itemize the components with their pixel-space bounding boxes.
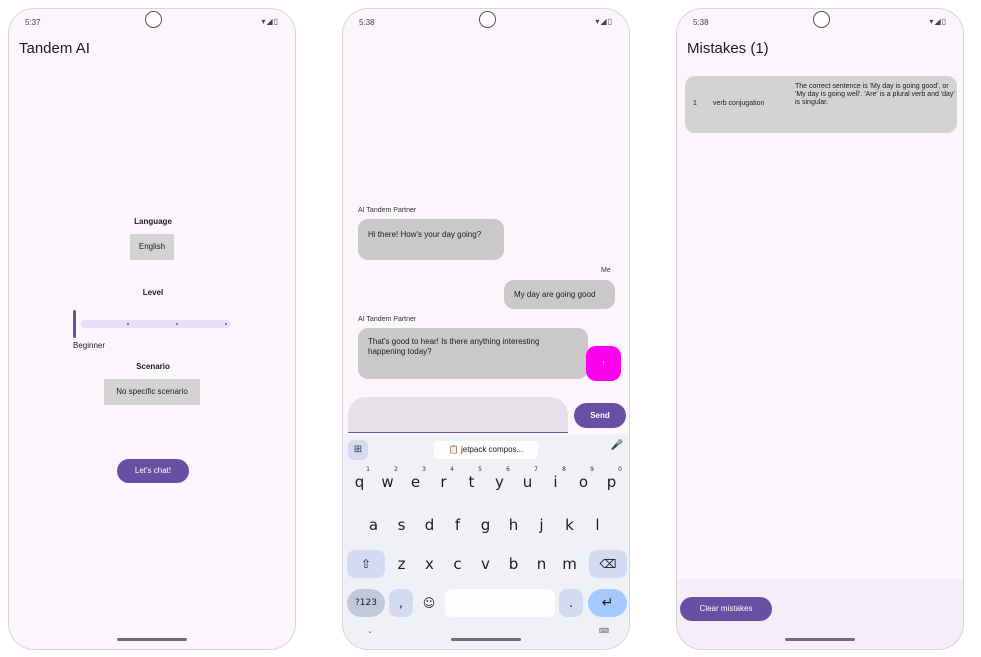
key-r[interactable]: r4 (431, 466, 456, 496)
slider-step-dot (176, 323, 178, 325)
camera-cutout (813, 11, 830, 28)
screen-title: Mistakes (1) (687, 40, 769, 57)
status-time: 5:37 (25, 18, 41, 27)
backspace-icon[interactable]: ⌫ (589, 550, 627, 578)
key-y[interactable]: y6 (487, 466, 512, 496)
key-h[interactable]: h (501, 511, 526, 539)
key-w[interactable]: w2 (375, 466, 400, 496)
scroll-to-bottom-button[interactable]: ↑ (586, 346, 621, 381)
lets-chat-button[interactable]: Let's chat! (117, 459, 189, 483)
level-value: Beginner (73, 341, 106, 350)
keyboard-switch-icon[interactable]: ⌨ (599, 627, 609, 635)
scenario-selector[interactable]: No specific scenario (104, 379, 200, 405)
mistake-explanation: The correct sentence is 'My day is going… (795, 83, 955, 106)
microphone-icon[interactable]: 🎤 (611, 440, 623, 451)
space-key[interactable] (445, 589, 555, 617)
slider-step-dot (225, 323, 227, 325)
key-z[interactable]: z (389, 550, 414, 578)
level-slider-track[interactable] (81, 320, 231, 328)
key-g[interactable]: g (473, 511, 498, 539)
clipboard-icon: 📋 (448, 445, 461, 454)
level-label: Level (142, 288, 164, 297)
status-time: 5:38 (359, 18, 375, 27)
key-i[interactable]: i8 (543, 466, 568, 496)
phone-setup-screen: 5:37 ▾◢▯ Tandem AI Language English Leve… (8, 8, 296, 650)
key-c[interactable]: c (445, 550, 470, 578)
mistake-category: verb conjugation (713, 100, 765, 107)
key-q[interactable]: q1 (347, 466, 372, 496)
key-m[interactable]: m (557, 550, 582, 578)
status-icons: ▾◢▯ (929, 17, 947, 26)
phone-chat-screen: 5:38 ▾◢▯ AI Tandem Partner Hi there! How… (342, 8, 630, 650)
comma-key[interactable]: , (389, 589, 413, 617)
message-sender: AI Tandem Partner (358, 316, 417, 323)
key-j[interactable]: j (529, 511, 554, 539)
send-button[interactable]: Send (574, 403, 626, 428)
language-label: Language (134, 217, 172, 226)
key-e[interactable]: e3 (403, 466, 428, 496)
emoji-icon[interactable]: ☺ (417, 589, 441, 617)
status-icons: ▾◢▯ (595, 17, 613, 26)
level-slider-thumb[interactable] (73, 310, 76, 338)
shift-icon[interactable]: ⇧ (347, 550, 385, 578)
language-selector[interactable]: English (130, 234, 174, 260)
clear-mistakes-button[interactable]: Clear mistakes (680, 597, 772, 621)
enter-icon[interactable]: ↵ (588, 589, 627, 617)
home-indicator[interactable] (451, 638, 521, 641)
key-k[interactable]: k (557, 511, 582, 539)
home-indicator[interactable] (117, 638, 187, 641)
app-title: Tandem AI (19, 40, 90, 57)
key-s[interactable]: s (389, 511, 414, 539)
home-indicator[interactable] (785, 638, 855, 641)
camera-cutout (145, 11, 162, 28)
status-icons: ▾◢▯ (261, 17, 279, 26)
scenario-label: Scenario (136, 362, 170, 371)
symbols-key[interactable]: ?123 (347, 589, 385, 617)
period-key[interactable]: . (559, 589, 583, 617)
phone-mistakes-screen: 5:38 ▾◢▯ Mistakes (1) 1 verb conjugation… (676, 8, 964, 650)
apps-grid-icon[interactable]: ⊞ (348, 440, 368, 460)
message-input[interactable] (348, 397, 568, 433)
clipboard-suggestion[interactable]: 📋 jetpack compos... (434, 441, 538, 459)
clipboard-text: jetpack compos... (460, 445, 524, 454)
key-b[interactable]: b (501, 550, 526, 578)
camera-cutout (479, 11, 496, 28)
message-sender: Me (601, 267, 611, 274)
mistake-index: 1 (693, 100, 697, 107)
key-p[interactable]: p0 (599, 466, 624, 496)
key-v[interactable]: v (473, 550, 498, 578)
ai-message-bubble: That's good to hear! Is there anything i… (358, 328, 588, 379)
key-f[interactable]: f (445, 511, 470, 539)
key-x[interactable]: x (417, 550, 442, 578)
key-d[interactable]: d (417, 511, 442, 539)
slider-step-dot (127, 323, 129, 325)
soft-keyboard: ⊞ 📋 jetpack compos... 🎤 q1 w2 e3 r4 t5 y… (343, 435, 629, 649)
status-time: 5:38 (693, 18, 709, 27)
mistake-item: 1 verb conjugation The correct sentence … (685, 76, 957, 133)
message-sender: AI Tandem Partner (358, 207, 417, 214)
ai-message-bubble: Hi there! How's your day going? (358, 219, 504, 260)
key-a[interactable]: a (361, 511, 386, 539)
hide-keyboard-icon[interactable]: ⌄ (367, 627, 373, 635)
key-n[interactable]: n (529, 550, 554, 578)
key-u[interactable]: u7 (515, 466, 540, 496)
key-o[interactable]: o9 (571, 466, 596, 496)
user-message-bubble: My day are going good (504, 280, 615, 309)
key-t[interactable]: t5 (459, 466, 484, 496)
key-l[interactable]: l (585, 511, 610, 539)
